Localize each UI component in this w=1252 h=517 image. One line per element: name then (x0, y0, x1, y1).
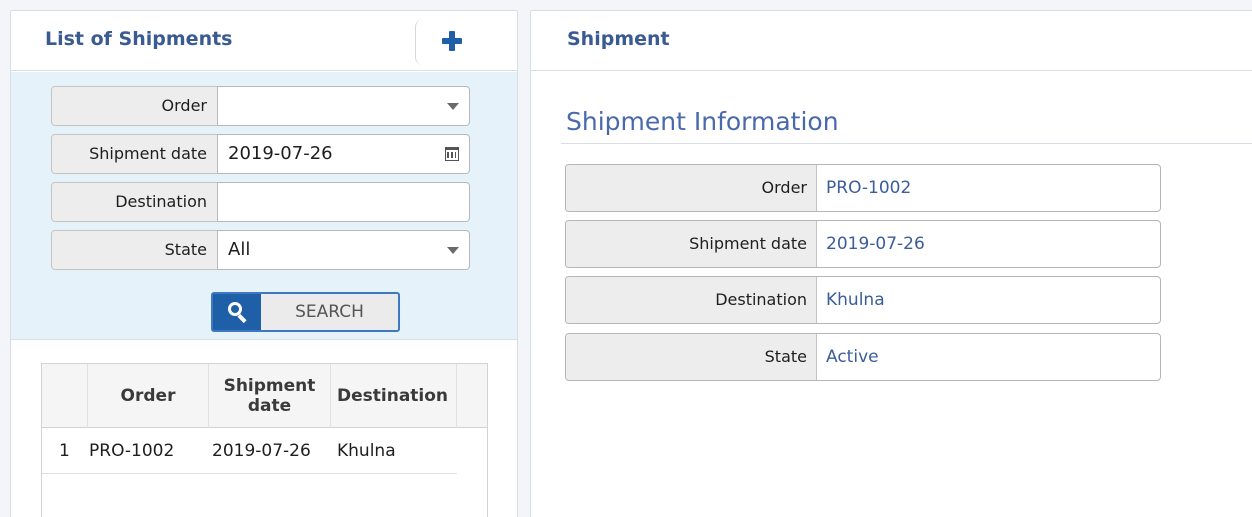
filter-state-label: State (51, 230, 218, 270)
info-row-order: Order PRO-1002 (565, 164, 1161, 212)
app-root: List of Shipments Order Shipment date 20… (0, 0, 1252, 517)
filter-state-select[interactable]: All (217, 230, 470, 270)
grid-header-shipment-date[interactable]: Shipment date (209, 364, 331, 428)
info-date-value: 2019-07-26 (826, 234, 925, 254)
filter-destination-label: Destination (51, 182, 218, 222)
filter-date-value: 2019-07-26 (228, 143, 333, 164)
row-order: PRO-1002 (89, 441, 175, 461)
filter-area: Order Shipment date 2019-07-26 Destinati… (11, 72, 517, 340)
add-button-container (415, 19, 485, 65)
filter-destination-input[interactable] (217, 182, 470, 222)
row-destination: Khulna (337, 441, 396, 461)
table-row[interactable]: 1 PRO-1002 2019-07-26 Khulna (42, 428, 457, 474)
grid-header-destination[interactable]: Destination (331, 364, 457, 428)
section-title: Shipment Information (566, 107, 839, 136)
filter-state-row: State All (51, 230, 470, 270)
info-row-destination: Destination Khulna (565, 276, 1161, 324)
info-destination-value: Khulna (826, 290, 885, 310)
shipments-list-panel: List of Shipments Order Shipment date 20… (10, 10, 518, 517)
detail-header: Shipment (531, 11, 1252, 71)
info-row-shipment-date: Shipment date 2019-07-26 (565, 220, 1161, 268)
row-date: 2019-07-26 (212, 441, 311, 461)
detail-title: Shipment (567, 28, 670, 50)
add-shipment-button[interactable] (442, 31, 462, 51)
info-row-state: State Active (565, 333, 1161, 381)
search-icon-handle (237, 313, 247, 324)
grid-header-filler (457, 364, 487, 428)
shipments-grid: Order Shipment date Destination 1 PRO-10… (41, 363, 488, 517)
filter-order-label: Order (51, 86, 218, 126)
plus-icon-vertical (449, 31, 455, 51)
filter-order-select[interactable] (217, 86, 470, 126)
search-icon (213, 294, 261, 330)
filter-destination-row: Destination (51, 182, 470, 222)
grid-header-order[interactable]: Order (88, 364, 209, 428)
list-header: List of Shipments (11, 11, 517, 71)
filter-date-label: Shipment date (51, 134, 218, 174)
filter-state-value: All (228, 239, 251, 260)
grid-header-rownum (42, 364, 88, 428)
filter-date-row: Shipment date 2019-07-26 (51, 134, 470, 174)
info-state-value: Active (826, 347, 879, 367)
chevron-down-icon (447, 103, 459, 110)
section-divider (561, 143, 1252, 144)
list-title: List of Shipments (45, 28, 233, 50)
search-button-label: SEARCH (295, 302, 364, 322)
info-order-label: Order (566, 165, 817, 211)
row-number: 1 (59, 441, 70, 461)
info-date-label: Shipment date (566, 221, 817, 267)
info-order-value: PRO-1002 (826, 178, 912, 198)
calendar-icon[interactable] (445, 147, 459, 161)
grid-header: Order Shipment date Destination (42, 364, 487, 428)
chevron-down-icon (447, 247, 459, 254)
shipment-detail-panel: Shipment Shipment Information Order PRO-… (530, 10, 1252, 517)
filter-date-input[interactable]: 2019-07-26 (217, 134, 470, 174)
search-button[interactable]: SEARCH (211, 292, 400, 332)
filter-order-row: Order (51, 86, 470, 126)
info-destination-label: Destination (566, 277, 817, 323)
info-state-label: State (566, 334, 817, 380)
